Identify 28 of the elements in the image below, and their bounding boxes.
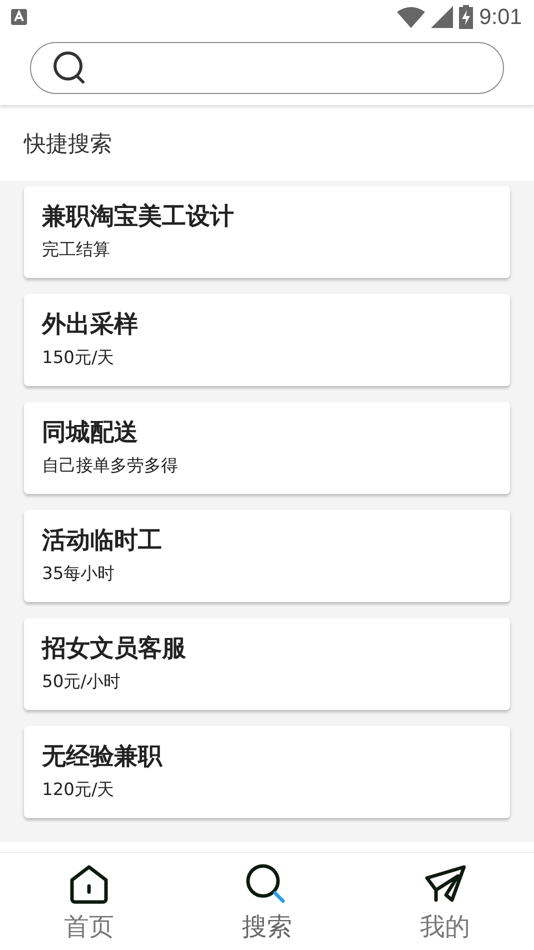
- job-card[interactable]: 活动临时工 35每小时: [24, 510, 510, 602]
- job-title: 外出采样: [42, 309, 139, 340]
- job-title: 无经验兼职: [42, 741, 164, 772]
- status-time: 9:01: [479, 4, 522, 30]
- job-pay: 完工结算: [42, 239, 111, 261]
- job-pay: 150元/天: [42, 347, 116, 369]
- job-card[interactable]: 兼职淘宝美工设计 完工结算: [24, 186, 510, 278]
- battery-icon: [459, 5, 474, 29]
- job-title: 同城配送: [42, 417, 139, 448]
- section-title: 快捷搜索: [22, 131, 113, 159]
- nav-tab[interactable]: 搜索: [207, 861, 327, 944]
- job-card[interactable]: 无经验兼职 120元/天: [24, 726, 510, 818]
- job-title: 兼职淘宝美工设计: [42, 201, 235, 232]
- job-pay: 35每小时: [42, 563, 116, 585]
- job-card[interactable]: 招女文员客服 50元/小时: [24, 618, 510, 710]
- nav-tab[interactable]: 首页: [29, 861, 149, 944]
- job-card[interactable]: 同城配送 自己接单多劳多得: [24, 402, 510, 494]
- keyboard-icon: [10, 8, 28, 26]
- nav-tab[interactable]: 我的: [385, 861, 505, 944]
- job-pay: 120元/天: [42, 779, 116, 801]
- wifi-icon: [397, 6, 426, 28]
- job-card[interactable]: 外出采样 150元/天: [24, 294, 510, 386]
- job-title: 招女文员客服: [42, 633, 187, 664]
- job-pay: 自己接单多劳多得: [42, 455, 179, 477]
- job-pay: 50元/小时: [42, 671, 122, 693]
- signal-icon: [431, 6, 454, 28]
- job-title: 活动临时工: [42, 525, 163, 556]
- search-field[interactable]: [30, 42, 504, 94]
